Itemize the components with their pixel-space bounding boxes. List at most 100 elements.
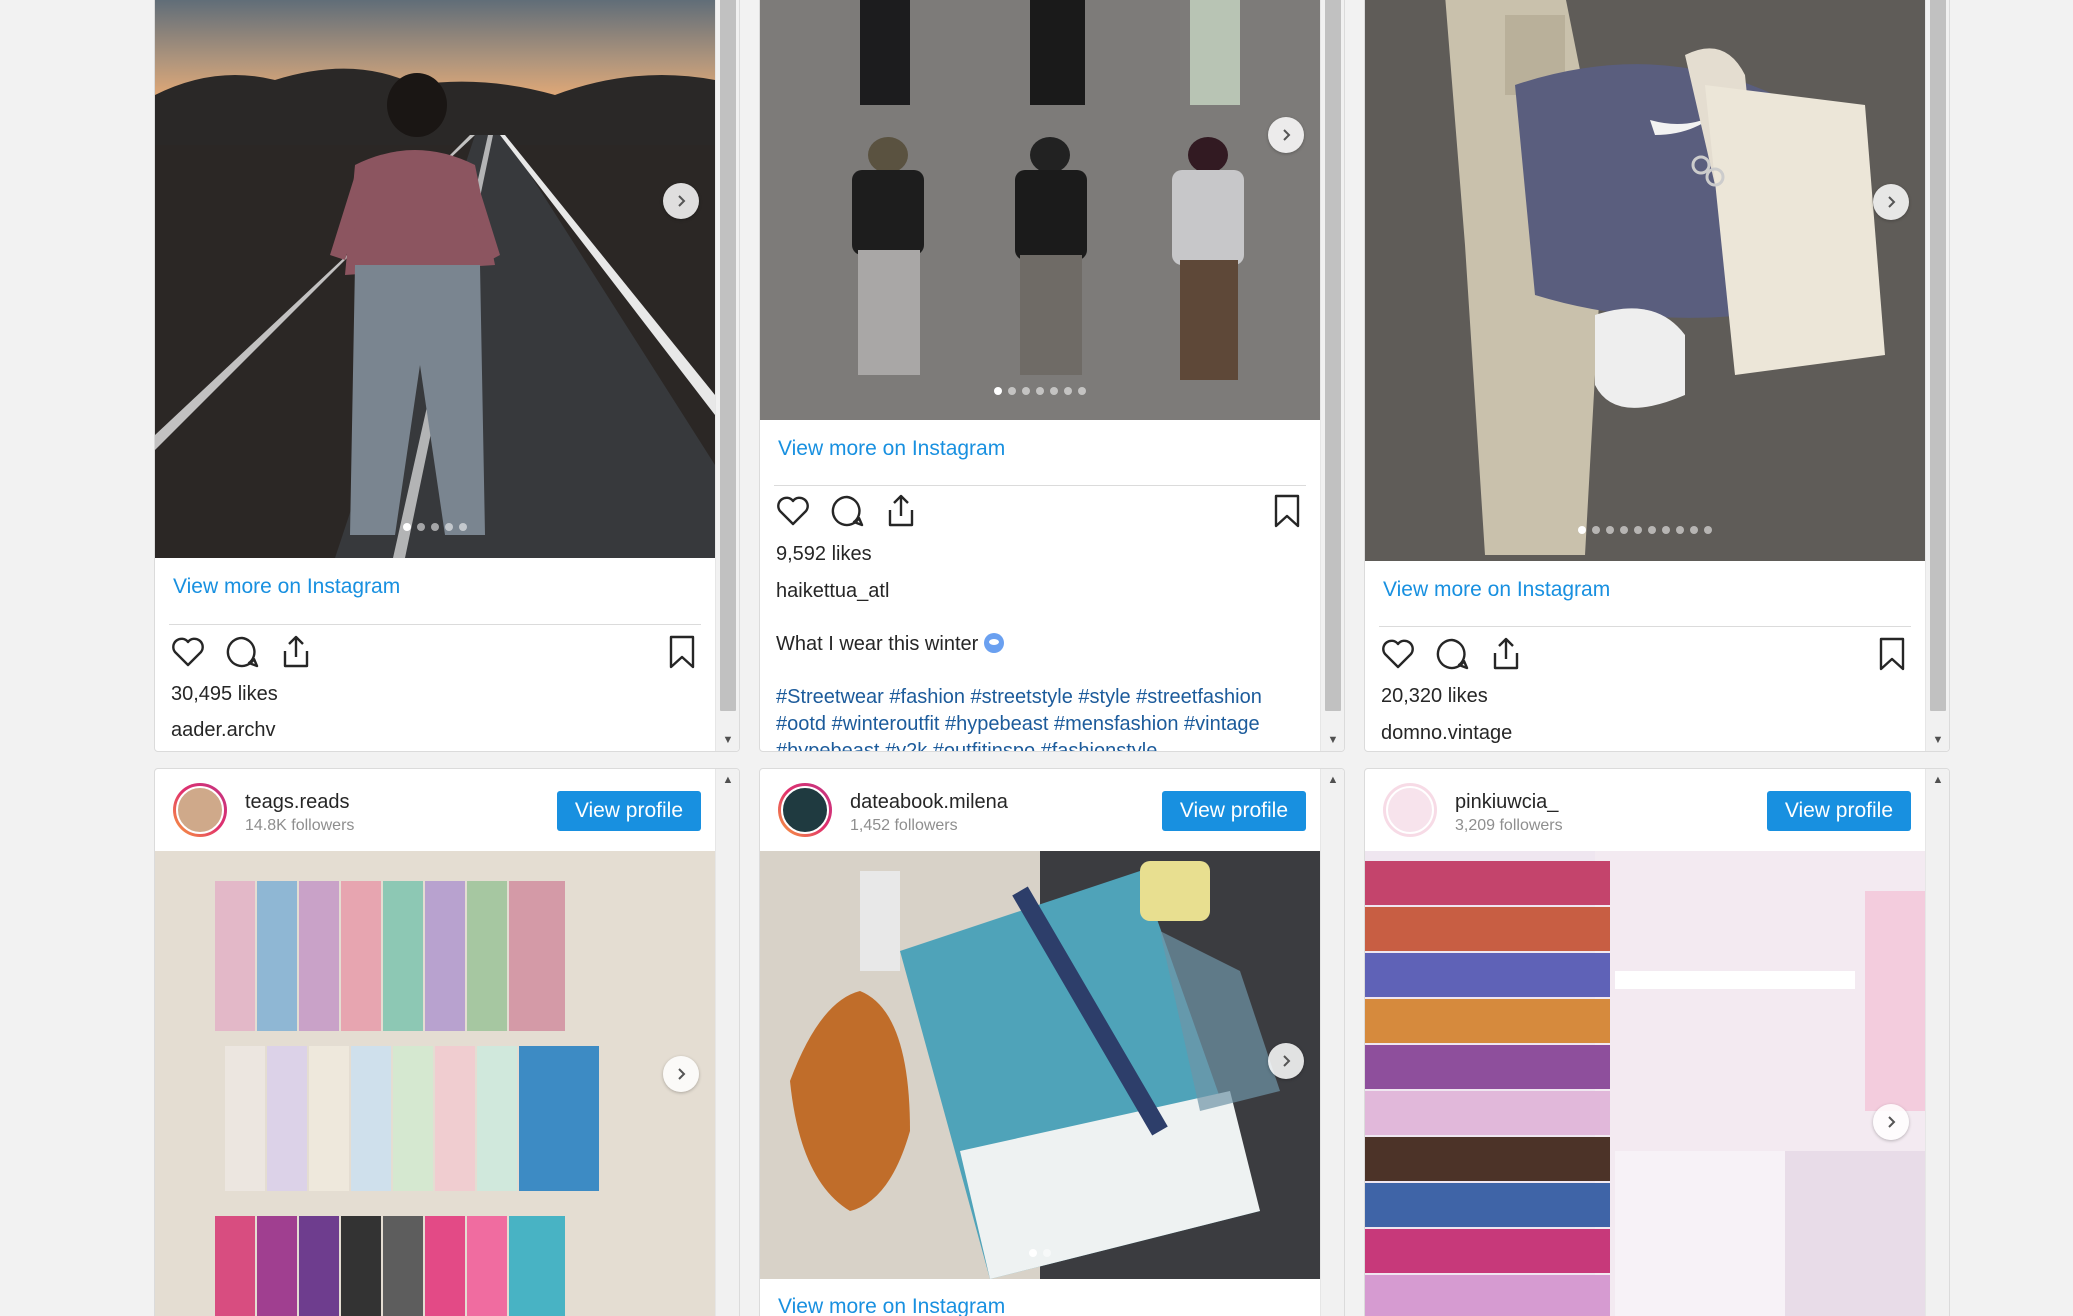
share-button[interactable] (277, 633, 315, 671)
view-profile-button[interactable]: View profile (1161, 791, 1306, 831)
save-button[interactable] (1268, 492, 1306, 530)
carousel-dot[interactable] (1064, 387, 1072, 395)
cold-face-emoji-icon (984, 633, 1005, 653)
like-button[interactable] (169, 633, 207, 671)
followers-count: 1,452 followers (850, 817, 958, 834)
view-profile-button[interactable]: View profile (556, 791, 701, 831)
carousel-dot[interactable] (1029, 1249, 1037, 1257)
post-image[interactable] (760, 0, 1320, 420)
scroll-up-icon[interactable]: ▲ (1926, 769, 1949, 791)
carousel-dot[interactable] (1022, 387, 1030, 395)
view-profile-button[interactable]: View profile (1766, 791, 1911, 831)
next-slide-button[interactable] (1268, 117, 1304, 153)
card-scrollbar[interactable]: ▼ (1320, 0, 1344, 751)
next-slide-button[interactable] (663, 183, 699, 219)
scroll-up-icon[interactable]: ▲ (716, 769, 739, 791)
post-caption: What I wear this winter (776, 631, 1304, 658)
post-image[interactable] (155, 851, 715, 1316)
instagram-embed-card: View more on Instagram 20,320 likes domn… (1364, 0, 1950, 752)
chevron-right-icon (678, 1068, 686, 1080)
carousel-dot[interactable] (403, 523, 411, 531)
carousel-dot[interactable] (1676, 526, 1684, 534)
carousel-dot[interactable] (1704, 526, 1712, 534)
like-button[interactable] (1379, 635, 1417, 673)
like-button[interactable] (774, 492, 812, 530)
scroll-up-icon[interactable]: ▲ (1321, 769, 1344, 791)
card-scrollbar[interactable]: ▼ (1925, 0, 1949, 751)
carousel-dot[interactable] (1578, 526, 1586, 534)
card-scrollbar[interactable]: ▲ (1320, 769, 1344, 1316)
post-image[interactable] (760, 851, 1320, 1279)
comment-button[interactable] (223, 633, 261, 671)
carousel-dot[interactable] (1050, 387, 1058, 395)
instagram-embed-card: View more on Instagram 30,495 likes aade… (154, 0, 740, 752)
avatar[interactable] (173, 783, 227, 837)
save-button[interactable] (1873, 635, 1911, 673)
scrollbar-thumb[interactable] (720, 0, 736, 711)
scrollbar-thumb[interactable] (1930, 0, 1946, 711)
post-image[interactable] (1365, 851, 1925, 1316)
carousel-dot[interactable] (1634, 526, 1642, 534)
view-more-link[interactable]: View more on Instagram (778, 437, 1005, 461)
carousel-dots (760, 387, 1320, 395)
scroll-down-icon[interactable]: ▼ (1926, 729, 1949, 751)
carousel-dot[interactable] (1592, 526, 1600, 534)
post-actions (774, 492, 1306, 532)
profile-header: teags.reads 14.8K followers View profile (155, 769, 715, 851)
share-button[interactable] (1487, 635, 1525, 673)
save-button[interactable] (663, 633, 701, 671)
avatar[interactable] (778, 783, 832, 837)
card-scrollbar[interactable]: ▲ (1925, 769, 1949, 1316)
share-icon (1493, 637, 1519, 670)
chevron-right-icon (678, 195, 686, 207)
carousel-dot[interactable] (1662, 526, 1670, 534)
view-more-link[interactable]: View more on Instagram (1383, 578, 1610, 602)
carousel-dot[interactable] (1078, 387, 1086, 395)
comment-button[interactable] (828, 492, 866, 530)
carousel-dot[interactable] (1043, 1249, 1051, 1257)
scroll-down-icon[interactable]: ▼ (716, 729, 739, 751)
carousel-dot[interactable] (1008, 387, 1016, 395)
profile-name[interactable]: dateabook.milena (850, 791, 1008, 814)
heart-icon (172, 637, 204, 667)
avatar[interactable] (1383, 783, 1437, 837)
carousel-dot[interactable] (445, 523, 453, 531)
share-button[interactable] (882, 492, 920, 530)
carousel-dot[interactable] (1036, 387, 1044, 395)
next-slide-button[interactable] (1268, 1043, 1304, 1079)
post-username[interactable]: domno.vintage (1381, 722, 1512, 745)
view-more-link[interactable]: View more on Instagram (173, 575, 400, 599)
carousel-dot[interactable] (1620, 526, 1628, 534)
carousel-dot[interactable] (1648, 526, 1656, 534)
post-image[interactable] (155, 0, 715, 558)
next-slide-button[interactable] (663, 1056, 699, 1092)
post-username[interactable]: aader.archv (171, 719, 276, 742)
profile-header: pinkiuwcia_ 3,209 followers View profile (1365, 769, 1925, 851)
profile-name[interactable]: teags.reads (245, 791, 350, 814)
post-username[interactable]: haikettua_atl (776, 580, 889, 603)
comment-button[interactable] (1433, 635, 1471, 673)
carousel-dot[interactable] (417, 523, 425, 531)
carousel-dot[interactable] (1690, 526, 1698, 534)
card-scrollbar[interactable]: ▼ (715, 0, 739, 751)
carousel-dot[interactable] (1606, 526, 1614, 534)
scrollbar-thumb[interactable] (1325, 0, 1341, 711)
carousel-dot[interactable] (431, 523, 439, 531)
next-slide-button[interactable] (1873, 1104, 1909, 1140)
carousel-dot[interactable] (994, 387, 1002, 395)
followers-count: 14.8K followers (245, 817, 355, 834)
post-hashtags[interactable]: #Streetwear #fashion #streetstyle #style… (776, 684, 1308, 751)
card-content: teags.reads 14.8K followers View profile (155, 769, 715, 1316)
bookmark-icon (1274, 494, 1300, 528)
profile-name[interactable]: pinkiuwcia_ (1455, 791, 1558, 814)
next-slide-button[interactable] (1873, 184, 1909, 220)
instagram-embed-card: dateabook.milena 1,452 followers View pr… (759, 768, 1345, 1316)
divider (169, 624, 701, 625)
scroll-down-icon[interactable]: ▼ (1321, 729, 1344, 751)
carousel-dot[interactable] (459, 523, 467, 531)
view-more-link[interactable]: View more on Instagram (778, 1295, 1005, 1316)
card-content: View more on Instagram 9,592 likes haike… (760, 0, 1320, 751)
post-image[interactable] (1365, 0, 1925, 561)
card-scrollbar[interactable]: ▲ (715, 769, 739, 1316)
chevron-right-icon (1283, 129, 1291, 141)
